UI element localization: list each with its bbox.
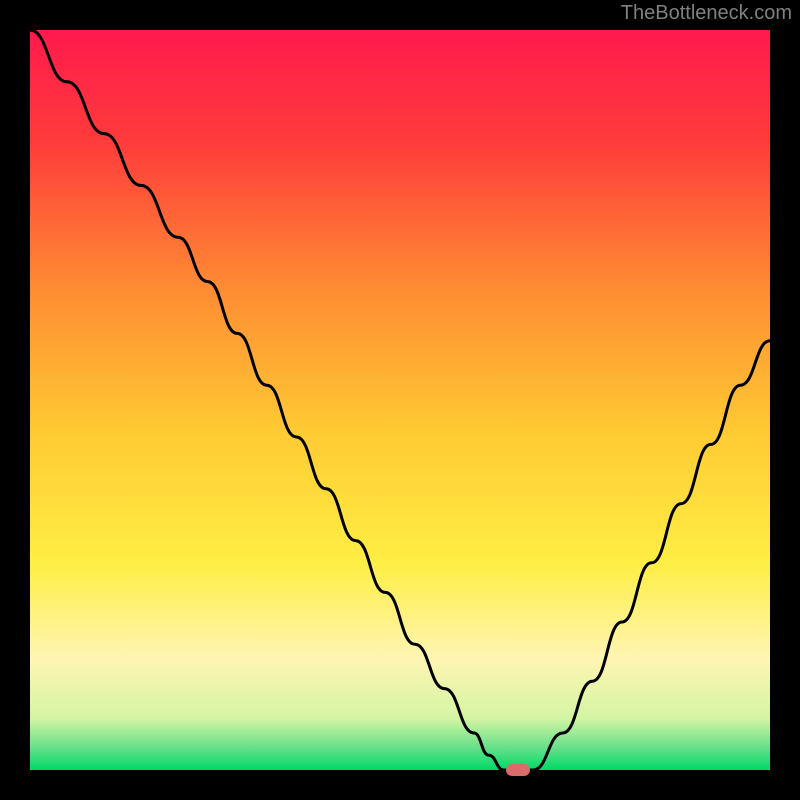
optimal-marker bbox=[506, 764, 530, 776]
plot-area bbox=[30, 30, 770, 770]
gradient-background bbox=[30, 30, 770, 770]
chart-container: TheBottleneck.com bbox=[0, 0, 800, 800]
watermark-text: TheBottleneck.com bbox=[621, 2, 792, 25]
